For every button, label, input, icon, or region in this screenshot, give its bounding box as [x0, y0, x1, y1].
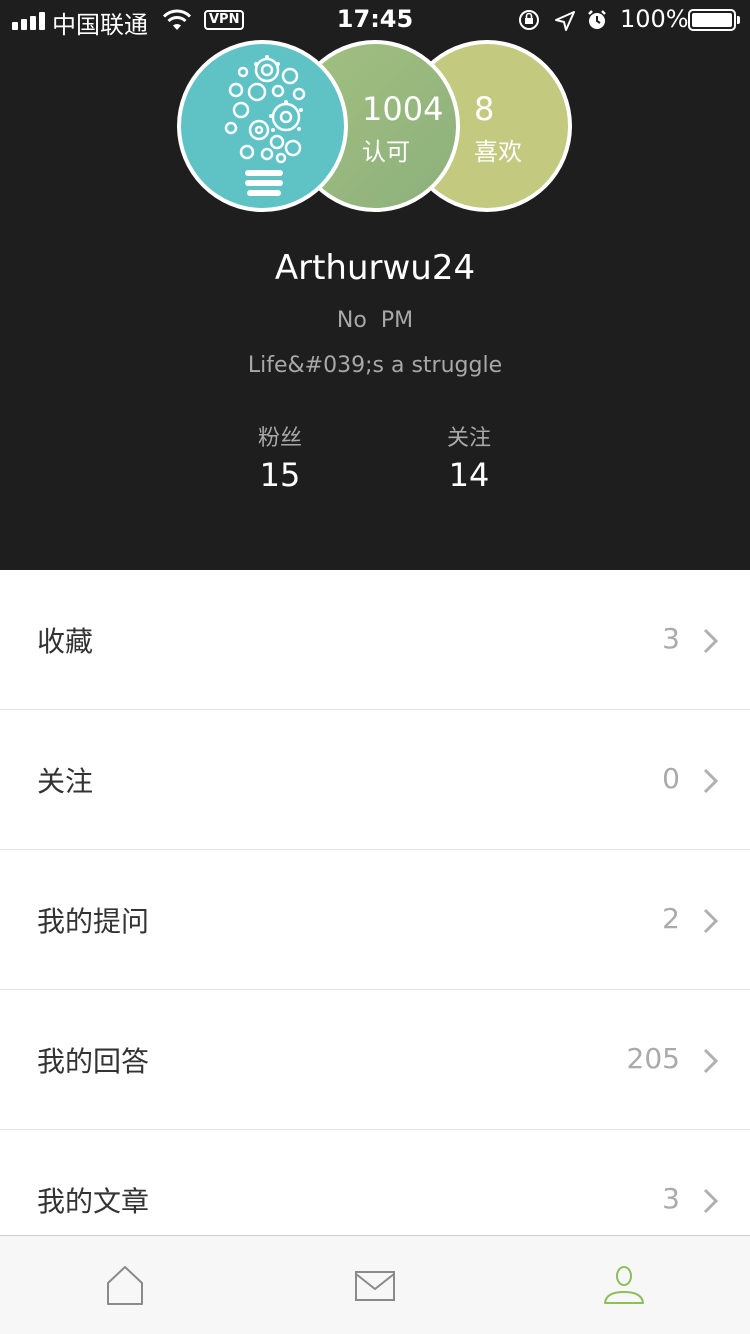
status-bar: 中国联通 VPN 17:45 100% [0, 0, 750, 40]
chevron-right-icon [703, 1188, 719, 1214]
menu-item-count: 3 [662, 1182, 680, 1215]
likes-label: 喜欢 [474, 138, 522, 166]
chevron-right-icon [703, 1048, 719, 1074]
status-icons [519, 10, 606, 31]
menu-item-count: 2 [662, 902, 680, 935]
chevron-right-icon [703, 908, 719, 934]
menu-item-count: 0 [662, 762, 680, 795]
avatar[interactable] [177, 40, 348, 212]
menu-item-favorites[interactable]: 收藏 3 [0, 570, 750, 710]
approvals-label: 认可 [362, 138, 410, 166]
location-icon [555, 11, 575, 31]
battery-percent: 100% [620, 5, 689, 33]
chevron-right-icon [703, 628, 719, 654]
battery-icon [688, 9, 740, 31]
menu-item-label: 我的提问 [37, 905, 150, 938]
menu-item-my-answers[interactable]: 我的回答 205 [0, 990, 750, 1130]
fans-count: 15 [259, 456, 301, 494]
fans-stat[interactable]: 粉丝 15 [205, 420, 355, 494]
approvals-count: 1004 [362, 90, 444, 128]
menu-item-following[interactable]: 关注 0 [0, 710, 750, 850]
alarm-icon [588, 10, 606, 29]
menu-item-count: 205 [626, 1042, 680, 1075]
chevron-right-icon [703, 768, 719, 794]
bio-text: Life&#039;s a struggle [247, 353, 503, 378]
home-icon[interactable] [103, 1264, 147, 1308]
fans-label: 粉丝 [257, 426, 302, 451]
menu-item-label: 关注 [37, 765, 94, 798]
lightbulb-gears-icon [224, 55, 306, 196]
following-stat[interactable]: 关注 14 [394, 420, 544, 494]
menu-item-label: 收藏 [37, 625, 94, 658]
pm-status[interactable]: No PM [0, 308, 750, 333]
profile-header: 中国联通 VPN 17:45 100% 8 喜欢 1004 认可 Arthurw… [0, 0, 750, 570]
mail-icon[interactable] [353, 1264, 397, 1308]
following-count: 14 [448, 456, 490, 494]
user-icon[interactable] [602, 1264, 646, 1308]
username: Arthurwu24 [274, 248, 476, 288]
tab-bar [0, 1235, 750, 1334]
following-label: 关注 [446, 426, 491, 451]
menu-item-label: 我的回答 [37, 1045, 150, 1078]
profile-menu-list: 收藏 3 关注 0 我的提问 2 我的回答 205 我的文章 3 [0, 570, 750, 1270]
menu-item-count: 3 [662, 622, 680, 655]
likes-count: 8 [474, 90, 495, 128]
menu-item-label: 我的文章 [37, 1185, 150, 1218]
rotation-lock-icon [519, 10, 539, 30]
menu-item-my-questions[interactable]: 我的提问 2 [0, 850, 750, 990]
